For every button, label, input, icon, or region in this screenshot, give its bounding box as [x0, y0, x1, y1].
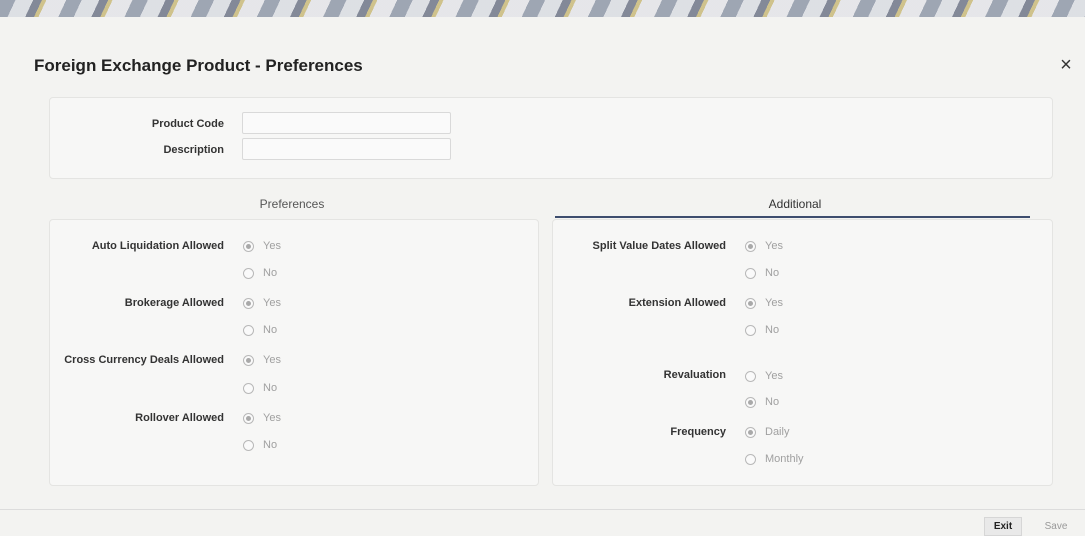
page-title: Foreign Exchange Product - Preferences: [34, 56, 363, 75]
split-value-dates-label: Split Value Dates Allowed: [592, 240, 726, 252]
description-input[interactable]: [242, 138, 451, 160]
radio-circle: [745, 370, 756, 382]
frequency-monthly-radio[interactable]: Monthly: [745, 451, 804, 467]
radio-circle: [745, 453, 756, 465]
additional-panel: [552, 219, 1053, 486]
radio-circle: [745, 396, 756, 408]
radio-circle: [243, 297, 254, 309]
radio-label: No: [263, 439, 278, 451]
revaluation-label: Revaluation: [663, 369, 726, 381]
radio-label: Monthly: [765, 453, 804, 465]
radio-label: Yes: [765, 297, 783, 309]
auto-liquidation-label: Auto Liquidation Allowed: [91, 240, 224, 252]
radio-circle: [745, 297, 756, 309]
brokerage-label: Brokerage Allowed: [124, 297, 224, 309]
extension-yes-radio[interactable]: Yes: [745, 295, 783, 311]
rollover-no-radio[interactable]: No: [243, 437, 277, 453]
product-header-panel: [49, 97, 1053, 179]
radio-circle: [243, 354, 254, 366]
radio-label: Yes: [263, 354, 281, 366]
radio-label: Yes: [765, 370, 783, 382]
radio-circle: [243, 412, 254, 424]
exit-button[interactable]: Exit: [984, 517, 1022, 536]
frequency-daily-radio[interactable]: Daily: [745, 424, 789, 440]
radio-circle: [745, 426, 756, 438]
split-value-dates-no-radio[interactable]: No: [745, 265, 779, 281]
split-value-dates-yes-radio[interactable]: Yes: [745, 238, 783, 254]
extension-no-radio[interactable]: No: [745, 322, 779, 338]
radio-label: Yes: [263, 412, 281, 424]
radio-circle: [243, 240, 254, 252]
brokerage-yes-radio[interactable]: Yes: [243, 295, 281, 311]
radio-circle: [745, 240, 756, 252]
auto-liquidation-yes-radio[interactable]: Yes: [243, 238, 281, 254]
product-code-label: Product Code: [151, 118, 224, 130]
radio-label: No: [765, 267, 780, 279]
brokerage-no-radio[interactable]: No: [243, 322, 277, 338]
close-icon[interactable]: ×: [1055, 54, 1077, 76]
product-code-input[interactable]: [242, 112, 451, 134]
revaluation-no-radio[interactable]: No: [745, 394, 779, 410]
radio-label: Yes: [765, 240, 783, 252]
extension-label: Extension Allowed: [628, 297, 726, 309]
radio-circle: [243, 267, 254, 279]
rollover-label: Rollover Allowed: [135, 412, 224, 424]
radio-label: No: [263, 267, 278, 279]
radio-circle: [243, 439, 254, 451]
save-button[interactable]: Save: [1036, 517, 1076, 536]
auto-liquidation-no-radio[interactable]: No: [243, 265, 277, 281]
radio-circle: [745, 324, 756, 336]
tab-additional[interactable]: Additional: [740, 197, 850, 211]
description-label: Description: [163, 144, 224, 156]
footer-divider: [0, 509, 1085, 510]
cross-currency-label: Cross Currency Deals Allowed: [64, 354, 224, 366]
active-tab-indicator: [555, 216, 1030, 218]
radio-circle: [243, 382, 254, 394]
radio-label: No: [263, 324, 278, 336]
cross-currency-no-radio[interactable]: No: [243, 380, 277, 396]
radio-label: Daily: [765, 426, 790, 438]
tab-preferences[interactable]: Preferences: [240, 197, 344, 211]
radio-label: No: [765, 324, 780, 336]
radio-label: Yes: [263, 240, 281, 252]
radio-circle: [745, 267, 756, 279]
header-banner: [0, 0, 1085, 17]
revaluation-yes-radio[interactable]: Yes: [745, 368, 783, 384]
radio-label: Yes: [263, 297, 281, 309]
radio-label: No: [263, 382, 278, 394]
preferences-panel: [49, 219, 539, 486]
frequency-label: Frequency: [670, 426, 726, 438]
cross-currency-yes-radio[interactable]: Yes: [243, 352, 281, 368]
radio-label: No: [765, 396, 780, 408]
radio-circle: [243, 324, 254, 336]
rollover-yes-radio[interactable]: Yes: [243, 410, 281, 426]
